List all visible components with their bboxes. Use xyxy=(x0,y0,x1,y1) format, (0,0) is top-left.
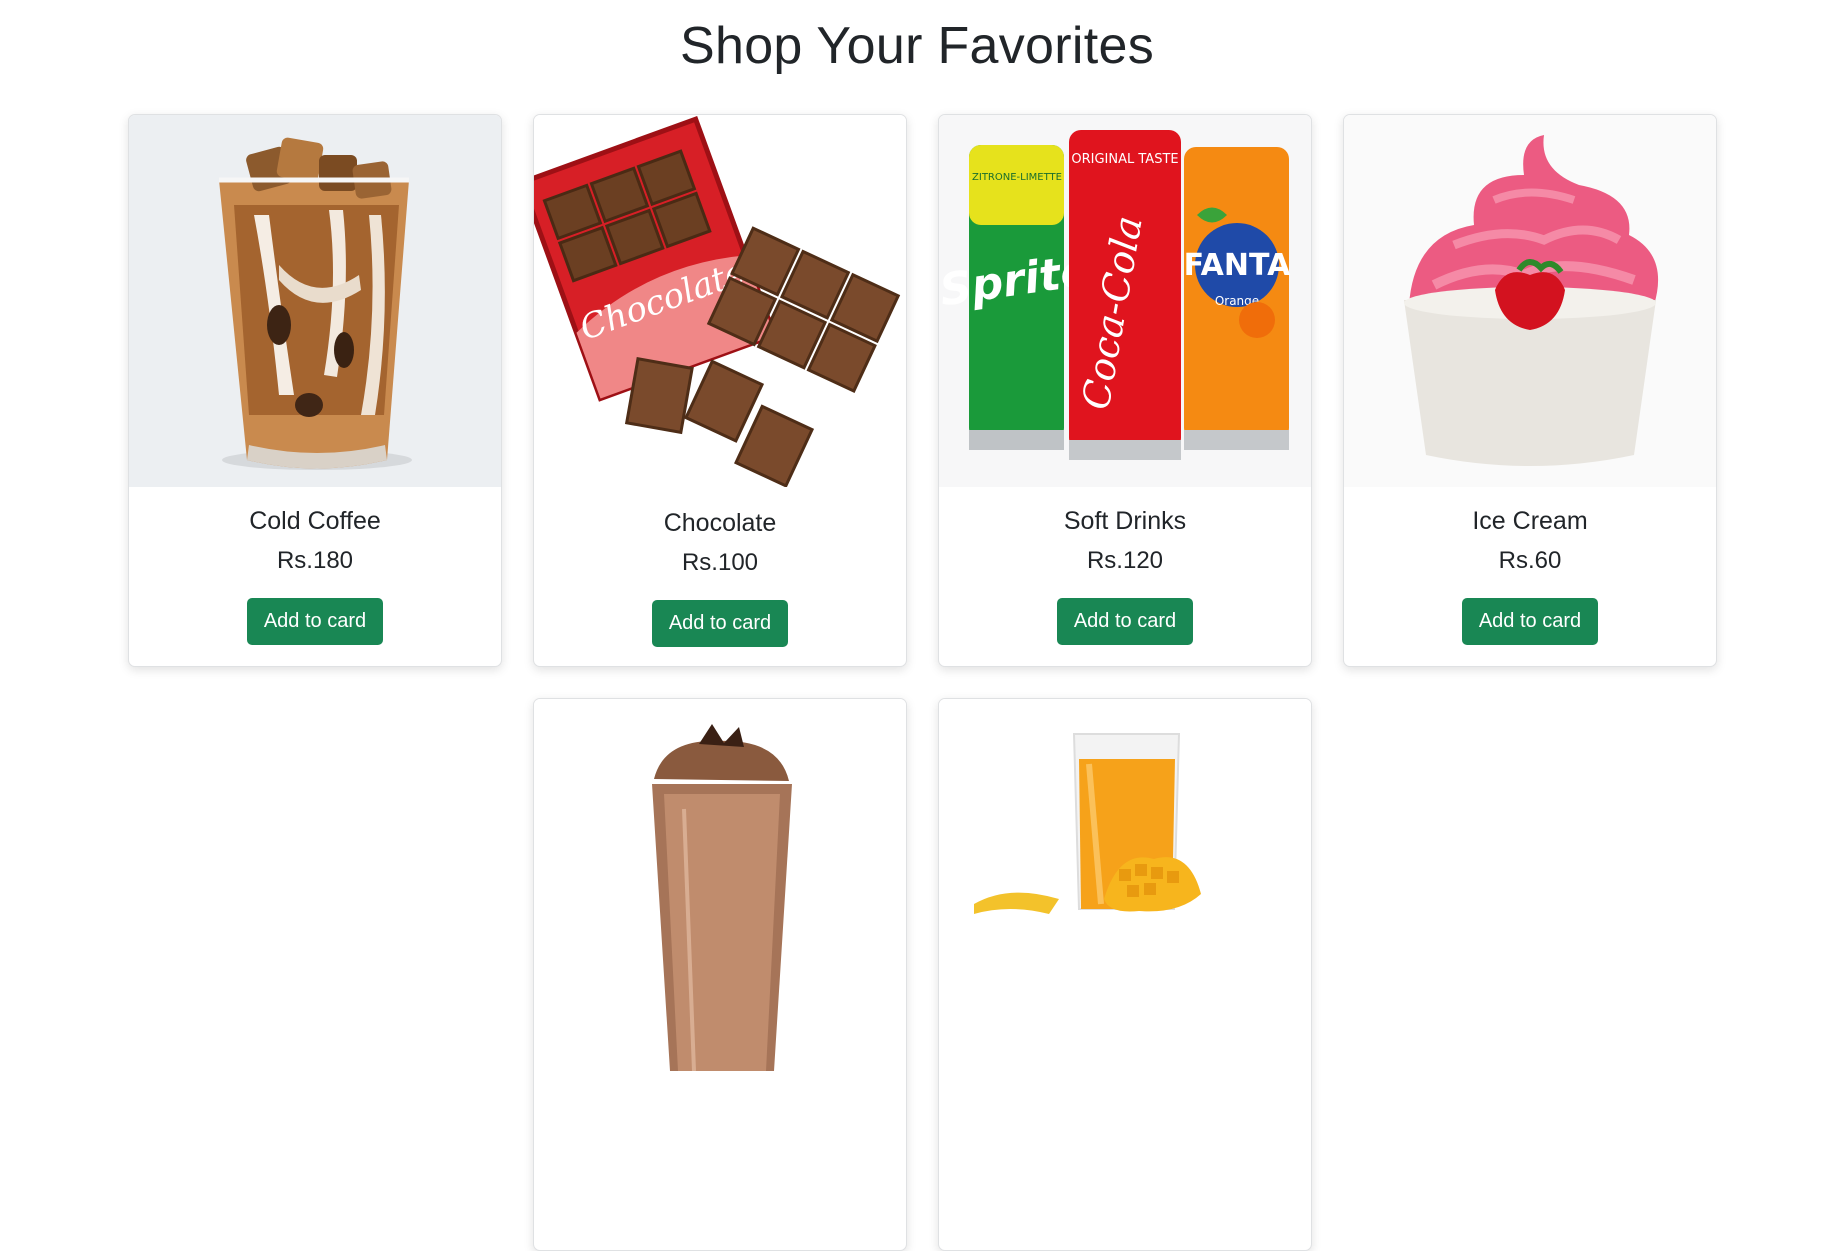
svg-text:ZITRONE-LIMETTE: ZITRONE-LIMETTE xyxy=(972,172,1062,183)
cold-coffee-image xyxy=(129,115,501,487)
product-name: Cold Coffee xyxy=(249,507,381,535)
product-card-soft-drinks: ZITRONE-LIMETTE Sprite ORIGINAL TASTE Co… xyxy=(938,114,1312,667)
svg-text:FANTA: FANTA xyxy=(1184,248,1292,283)
product-card-milkshake xyxy=(533,698,907,1251)
ice-cream-image xyxy=(1344,115,1716,487)
chocolate-image: Chocolate xyxy=(534,115,906,487)
milkshake-image xyxy=(534,699,906,1071)
svg-text:ORIGINAL TASTE: ORIGINAL TASTE xyxy=(1071,152,1178,167)
product-price: Rs.60 xyxy=(1498,547,1562,574)
product-name: Chocolate xyxy=(663,509,777,537)
product-name: Soft Drinks xyxy=(1063,507,1187,535)
product-price: Rs.100 xyxy=(681,549,759,576)
add-to-card-button[interactable]: Add to card xyxy=(652,600,788,647)
mango-juice-image xyxy=(939,699,1311,1071)
product-card-chocolate: Chocolate Chocolate Rs.100 Add to card xyxy=(533,114,907,667)
page-title: Shop Your Favorites xyxy=(679,17,1154,75)
product-card-mango-juice xyxy=(938,698,1312,1251)
product-card-ice-cream: Ice Cream Rs.60 Add to card xyxy=(1343,114,1717,667)
soft-drinks-image: ZITRONE-LIMETTE Sprite ORIGINAL TASTE Co… xyxy=(939,115,1311,487)
add-to-card-button[interactable]: Add to card xyxy=(1462,598,1598,645)
product-card-cold-coffee: Cold Coffee Rs.180 Add to card xyxy=(128,114,502,667)
add-to-card-button[interactable]: Add to card xyxy=(1057,598,1193,645)
product-price: Rs.180 xyxy=(276,547,354,574)
product-name: Ice Cream xyxy=(1472,507,1588,535)
add-to-card-button[interactable]: Add to card xyxy=(247,598,383,645)
product-price: Rs.120 xyxy=(1086,547,1164,574)
